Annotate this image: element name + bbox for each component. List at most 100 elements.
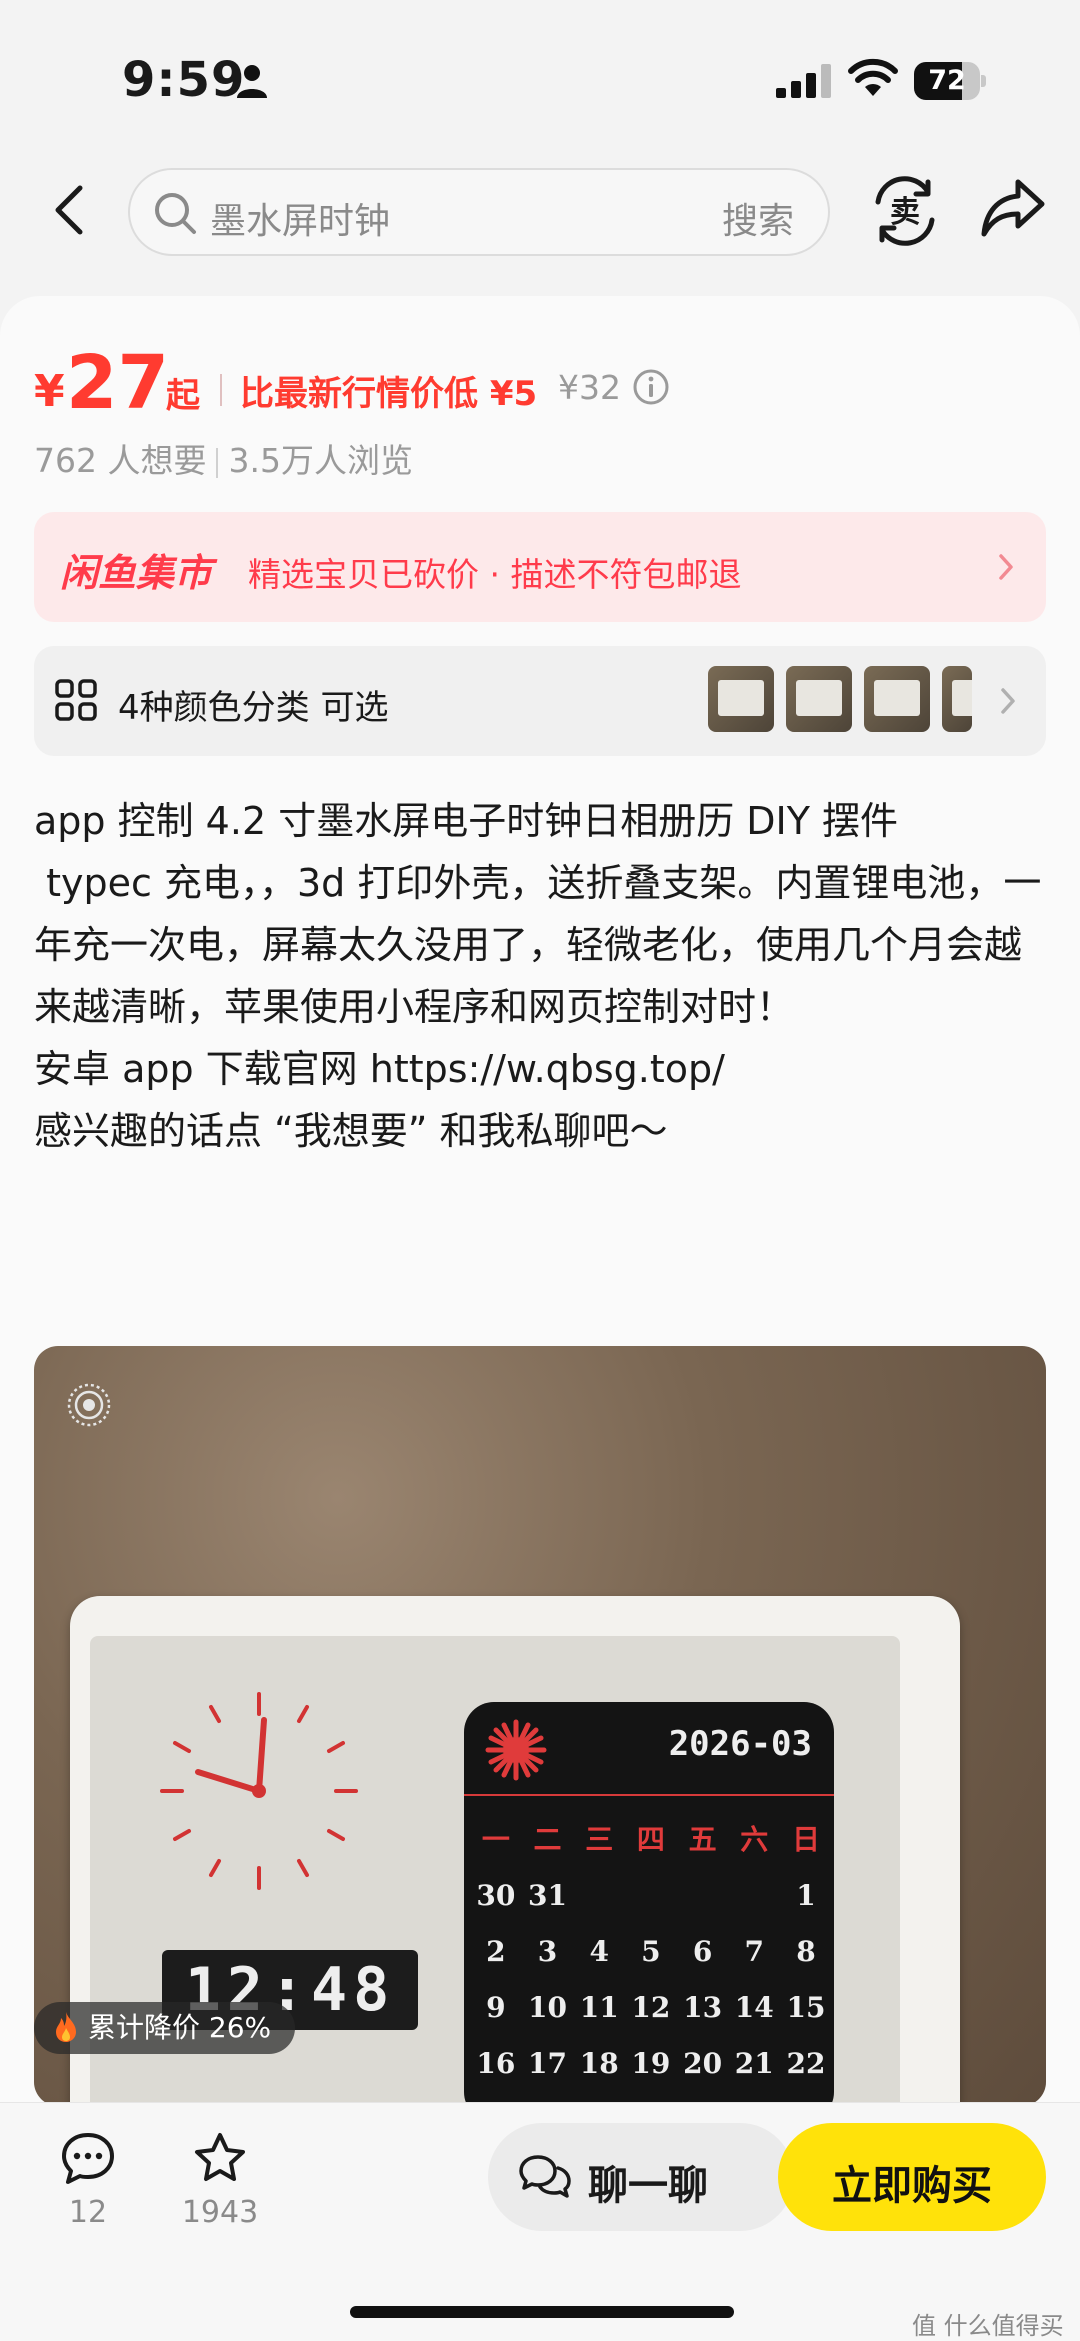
analog-clock [160, 1692, 358, 1890]
original-price: ¥32 [558, 368, 621, 407]
market-logo: 闲鱼集市 [60, 551, 213, 595]
status-bar: 9:59 72 [0, 0, 1080, 150]
battery-icon: 72 [914, 62, 986, 100]
battery-level: 72 [928, 65, 966, 96]
calendar-day: 3 [537, 1935, 558, 1968]
search-icon [155, 193, 196, 234]
chat-button[interactable]: 聊一聊 [488, 2123, 794, 2231]
calendar-day: 8 [796, 1935, 816, 1968]
sell-icon[interactable]: 卖 [870, 174, 940, 248]
calendar-day: 4 [589, 1935, 609, 1968]
calendar-day: 17 [528, 2047, 568, 2080]
view-count: 3.5万人浏览 [228, 441, 413, 480]
sku-thumbnail [942, 666, 972, 732]
calendar-day: 12 [631, 1991, 671, 2024]
watermark: 值 什么值得买 [912, 2312, 1064, 2340]
share-icon[interactable] [980, 176, 1046, 240]
calendar-week-row: 16 17 18 19 20 21 22 [470, 2036, 832, 2092]
calendar-weekday: 四 [636, 1823, 665, 1856]
comment-count: 12 [68, 2195, 108, 2230]
calendar-day: 2 [486, 1935, 506, 1968]
calendar-weekday: 三 [585, 1823, 614, 1856]
calendar-day [728, 1868, 780, 1924]
fire-icon [56, 2012, 76, 2042]
banner-text: 精选宝贝已砍价 · 描述不符包邮退 [248, 555, 742, 594]
calendar-day: 13 [683, 1991, 723, 2024]
person-icon [237, 65, 267, 98]
calendar-day: 7 [744, 1935, 765, 1968]
calendar-divider [464, 1794, 834, 1796]
price-drop-badge: 累计降价 26% [34, 2002, 296, 2054]
star-icon [195, 2133, 245, 2181]
product-description: app 控制 4.2 寸墨水屏电子时钟日相册历 DIY 摆件 typec 充电，… [34, 799, 1042, 1153]
calendar-day: 5 [641, 1935, 661, 1968]
calendar-day [573, 1868, 625, 1924]
calendar-widget: 2026-03 一二三四五六日 30 31 1 2 3 4 5 6 7 8 9 10 11 12 13 14 15… [464, 1702, 834, 2106]
back-button[interactable] [46, 182, 96, 238]
calendar-day: 21 [734, 2047, 774, 2080]
price-amount: 27 [66, 340, 169, 426]
calendar-day: 19 [631, 2047, 671, 2080]
top-nav: 墨水屏时钟 搜索 卖 [0, 160, 1080, 260]
sku-text: 4种颜色分类 可选 [118, 688, 389, 728]
comment-button[interactable]: 12 [38, 2131, 138, 2230]
search-button[interactable]: 搜索 [722, 192, 794, 244]
price-currency: ¥ [34, 366, 65, 417]
market-banner[interactable]: 闲鱼集市 精选宝贝已砍价 · 描述不符包邮退 [34, 512, 1046, 622]
wifi-icon [848, 58, 898, 96]
calendar-day: 18 [579, 2047, 619, 2080]
stats-row: 762 人想要 3.5万人浏览 [34, 434, 413, 482]
cellular-signal-icon [776, 64, 831, 98]
home-indicator[interactable] [350, 2306, 734, 2318]
stats-divider [216, 447, 219, 478]
sun-icon [485, 1719, 547, 1781]
calendar-grid: 一二三四五六日 30 31 1 2 3 4 5 6 7 8 9 10 11 12 13 14 15 16 17 18 19… [470, 1812, 832, 2092]
favorite-button[interactable]: 1943 [170, 2131, 270, 2230]
calendar-day: 31 [528, 1879, 568, 1912]
comment-icon [62, 2133, 114, 2184]
calendar-week-row: 9 10 11 12 13 14 15 [470, 1980, 832, 2036]
sku-thumbnail [864, 666, 930, 732]
buy-now-label: 立即购买 [832, 2163, 992, 2209]
price-compare: 比最新行情价低 ¥5 [240, 374, 538, 414]
calendar-day: 22 [786, 2047, 826, 2080]
favorite-count: 1943 [181, 2195, 259, 2230]
sku-thumbnail [786, 666, 852, 732]
grid-icon [55, 679, 97, 721]
calendar-day: 16 [476, 2047, 516, 2080]
calendar-weekday: 一 [481, 1823, 510, 1856]
calendar-day: 30 [476, 1879, 516, 1912]
buy-now-button[interactable]: 立即购买 [778, 2123, 1046, 2231]
calendar-day: 20 [683, 2047, 723, 2080]
sku-thumbnail [708, 666, 774, 732]
calendar-weekday: 日 [791, 1823, 820, 1856]
calendar-day: 9 [486, 1991, 506, 2024]
chat-bubbles-icon [519, 2155, 571, 2198]
svg-text:卖: 卖 [890, 195, 920, 230]
live-photo-icon[interactable] [66, 1382, 112, 1428]
chevron-right-icon [999, 554, 1013, 580]
calendar-day: 14 [734, 1991, 774, 2024]
calendar-weekday: 五 [688, 1823, 717, 1856]
price-row: ¥ 27 起 比最新行情价低 ¥5 ¥32 [34, 340, 1054, 426]
calendar-day: 11 [579, 1991, 619, 2024]
info-icon[interactable] [632, 368, 670, 406]
price-suffix: 起 [166, 376, 200, 416]
calendar-day: 6 [692, 1935, 713, 1968]
calendar-weekday-row: 一二三四五六日 [470, 1812, 832, 1868]
price-divider [220, 374, 222, 406]
product-photo[interactable]: 12:48 2026-03 一二三四五六日 30 31 1 2 3 4 5 6 7 8 9 10 11 12… [34, 1346, 1046, 2106]
calendar-day [677, 1868, 729, 1924]
price-drop-text: 累计降价 26% [88, 2011, 272, 2044]
calendar-day [625, 1868, 677, 1924]
calendar-day: 1 [796, 1879, 816, 1912]
search-input[interactable]: 墨水屏时钟 搜索 [128, 168, 830, 256]
calendar-day: 10 [528, 1991, 568, 2024]
chat-label: 聊一聊 [588, 2163, 708, 2209]
status-time: 9:59 [122, 52, 246, 108]
calendar-weekday: 二 [533, 1823, 562, 1856]
chevron-right-icon [1001, 688, 1015, 714]
sku-selector[interactable]: 4种颜色分类 可选 [34, 646, 1046, 756]
calendar-weekday: 六 [740, 1823, 769, 1856]
calendar-day: 15 [786, 1991, 826, 2024]
